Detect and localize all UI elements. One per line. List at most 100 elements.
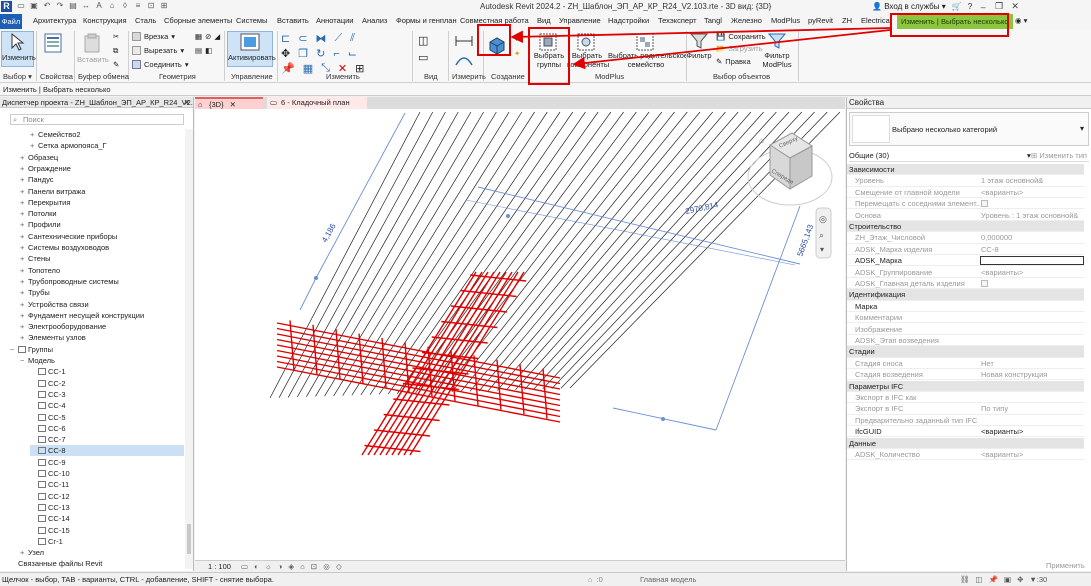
property-checkbox[interactable] [981, 200, 988, 208]
search-input[interactable]: ⌕ Поиск [10, 114, 184, 125]
browser-item[interactable]: + Семейство2 [30, 129, 184, 140]
expand-icon[interactable]: + [20, 242, 28, 253]
collapse-icon[interactable]: − [20, 355, 28, 366]
browser-item[interactable]: + Стены [20, 253, 184, 264]
property-row[interactable]: Комментарии [847, 312, 1084, 324]
browser-item[interactable]: + Сантехнические приборы [20, 231, 184, 242]
browser-item[interactable]: СС-6 [30, 423, 184, 434]
expand-icon[interactable]: + [20, 547, 28, 558]
expand-icon[interactable]: + [20, 253, 28, 264]
browser-item[interactable]: − Группы [10, 344, 184, 355]
property-row[interactable]: ADSK_Главная деталь изделия [847, 278, 1084, 290]
expand-icon[interactable]: + [20, 287, 28, 298]
property-value[interactable]: 1 этаж основной& [981, 175, 1043, 185]
expand-icon[interactable]: + [20, 299, 28, 310]
property-row[interactable]: Изображение [847, 324, 1084, 335]
browser-item[interactable]: СС-12 [30, 491, 184, 502]
property-value[interactable]: <варианты> [981, 267, 1023, 277]
browser-item[interactable]: СС-3 [30, 389, 184, 400]
property-row[interactable]: Марка [847, 301, 1084, 313]
select-links-icon[interactable]: ⛓ [960, 573, 970, 586]
property-row[interactable]: ADSK_Количество <варианты> [847, 449, 1084, 461]
property-row[interactable]: Стадия возведения Новая конструкция [847, 369, 1084, 381]
browser-item[interactable]: СС-14 [30, 513, 184, 524]
browser-item[interactable]: + Фундамент несущей конструкции [20, 310, 184, 321]
property-group-header[interactable]: Идентификация [847, 289, 1084, 301]
view-scale[interactable]: 1 : 100 [208, 561, 231, 572]
active-model-selector[interactable]: Главная модель [640, 573, 740, 586]
browser-item[interactable]: + Образец [20, 152, 184, 163]
browser-item[interactable]: + Узел [20, 547, 184, 558]
property-value[interactable]: По типу [981, 403, 1008, 413]
browser-item[interactable]: + Профили [20, 219, 184, 230]
shadows-icon[interactable]: ◑ [278, 562, 285, 571]
browser-item[interactable]: + Сетка армопояса_Г [30, 140, 184, 151]
dimension-text[interactable]: 2970,814 [685, 200, 720, 216]
property-group-header[interactable]: Стадии [847, 346, 1084, 358]
3d-view-canvas[interactable]: 4,186 2970,814 5665,143 Сверху Спереди ⌂… [195, 109, 845, 560]
expand-icon[interactable]: + [20, 208, 28, 219]
expand-icon[interactable]: + [20, 186, 28, 197]
property-group-header[interactable]: Строительство [847, 221, 1084, 233]
browser-item[interactable]: + Элементы узлов [20, 332, 184, 343]
browser-item[interactable]: + Устройства связи [20, 299, 184, 310]
expand-icon[interactable]: + [20, 310, 28, 321]
property-row[interactable]: Основа Уровень : 1 этаж основной& [847, 210, 1084, 221]
crop-view-icon[interactable]: ⊡ [311, 562, 319, 571]
browser-item[interactable]: СС-15 [30, 525, 184, 536]
nav-dropdown-icon[interactable]: ▾ [820, 245, 824, 254]
property-value[interactable]: Уровень : 1 этаж основной& [981, 210, 1078, 220]
zoom-icon[interactable]: ⌕ [819, 230, 824, 240]
property-value[interactable]: Новая конструкция [981, 369, 1047, 379]
property-group-header[interactable]: Параметры IFC [847, 380, 1084, 392]
scrollbar-thumb[interactable] [187, 524, 191, 554]
property-row[interactable]: Экспорт в IFC По типу [847, 403, 1084, 415]
property-row[interactable]: ADSK_Группирование <варианты> [847, 267, 1084, 278]
instance-filter[interactable]: Общие (30) ▾ ⊞ Изменить тип [849, 150, 1089, 162]
property-row[interactable]: Смещение от главной модели <варианты> [847, 187, 1084, 199]
browser-item[interactable]: + Перекрытия [20, 197, 184, 208]
expand-icon[interactable]: + [20, 332, 28, 343]
apply-button[interactable]: Применить [1046, 561, 1085, 570]
expand-icon[interactable]: + [30, 140, 38, 151]
expand-icon[interactable]: + [20, 219, 28, 230]
browser-item[interactable]: + Пандус [20, 174, 184, 185]
dimension-line[interactable] [477, 186, 801, 265]
property-row[interactable]: ADSK_Этап возведения [847, 335, 1084, 347]
browser-item[interactable]: + Ограждение [20, 163, 184, 174]
browser-item[interactable]: СС-8 [30, 445, 184, 457]
property-group-header[interactable]: Данные [847, 437, 1084, 449]
temp-hide-icon[interactable]: ◎ [323, 562, 332, 571]
browser-item[interactable]: СС-11 [30, 479, 184, 490]
browser-item[interactable]: − Модель [20, 355, 184, 366]
property-row[interactable]: IfcGUID <варианты> [847, 426, 1084, 438]
property-value[interactable]: <варианты> [981, 187, 1023, 197]
property-value-input[interactable] [980, 256, 1084, 266]
select-by-face-icon[interactable]: ▣ [1004, 573, 1011, 586]
close-icon[interactable]: ✕ [230, 100, 236, 109]
chevron-down-icon[interactable]: ▾ [1080, 124, 1084, 133]
property-row[interactable]: Перемещать с соседними элемент... [847, 198, 1084, 210]
lock-view-icon[interactable]: ⌂ [300, 562, 307, 571]
steering-wheel-icon[interactable]: ◎ [819, 214, 827, 224]
filter-icon[interactable]: ▼:30 [1029, 573, 1047, 586]
property-value[interactable]: <варианты> [981, 449, 1023, 459]
expand-icon[interactable]: + [20, 152, 28, 163]
expand-icon[interactable]: + [20, 276, 28, 287]
expand-icon[interactable]: + [20, 163, 28, 174]
browser-item[interactable]: + Потолки [20, 208, 184, 219]
property-row[interactable]: Экспорт в IFC как [847, 392, 1084, 404]
property-row[interactable]: ADSK_Марка [847, 255, 1084, 267]
dimension-line[interactable] [315, 112, 406, 279]
dimension-line[interactable] [715, 205, 801, 431]
dimension-text[interactable]: 5665,143 [795, 223, 815, 258]
reveal-hidden-icon[interactable]: ◇ [336, 562, 344, 571]
property-group-header[interactable]: Зависимости [847, 164, 1084, 176]
property-value[interactable]: 0,000000 [981, 232, 1012, 242]
property-value[interactable]: СС-8 [981, 244, 999, 254]
drag-elements-icon[interactable]: ✥ [1017, 573, 1023, 586]
browser-item[interactable]: + Топотело [20, 265, 184, 276]
collapse-icon[interactable]: − [10, 344, 18, 355]
dimension-grip[interactable] [506, 214, 510, 218]
browser-item[interactable]: + Системы воздуховодов [20, 242, 184, 253]
